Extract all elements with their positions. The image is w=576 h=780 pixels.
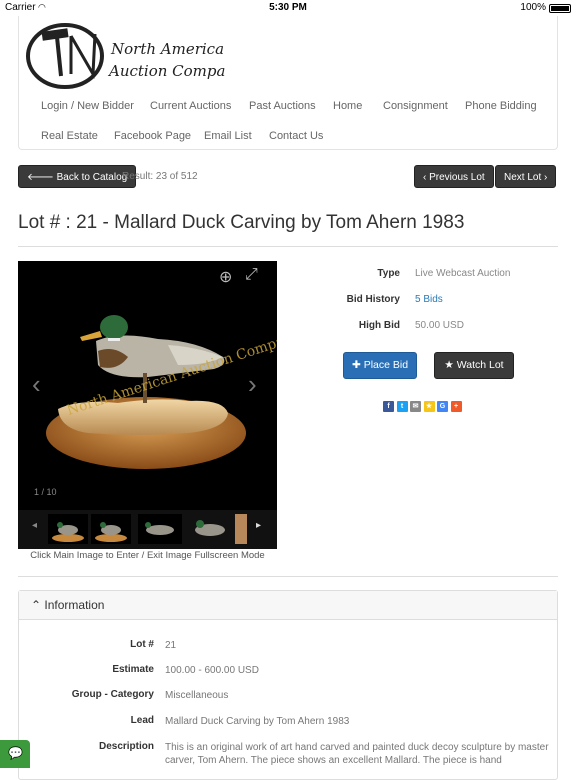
google-share-icon[interactable]: G [437,401,448,412]
thumbnail-4[interactable] [186,514,234,544]
group-category-value: Miscellaneous [165,690,229,701]
gallery-caption: Click Main Image to Enter / Exit Image F… [30,550,265,561]
lot-number-value: 21 [165,640,177,651]
thumbs-prev-icon[interactable]: ◂ [32,520,37,531]
gallery-prev-icon[interactable]: ‹ [32,369,41,400]
high-bid-label: High Bid [358,320,400,331]
nav-email-list[interactable]: Email List [204,130,252,142]
description-value: This is an original work of art hand car… [165,742,549,766]
watch-lot-label: Watch Lot [456,359,504,371]
next-lot-label: Next Lot [504,172,542,183]
nav-real-estate[interactable]: Real Estate [41,130,98,142]
type-value: Live Webcast Auction [415,268,511,279]
plus-icon: ✚ [351,359,361,371]
facebook-share-icon[interactable]: f [383,401,394,412]
title-divider [18,246,558,247]
star-icon: ★ [444,359,454,371]
lead-label: Lead [130,715,154,726]
high-bid-value: 50.00 USD [415,320,464,331]
thumbnail-2[interactable] [91,514,131,544]
thumbnail-5[interactable] [235,514,247,544]
battery-percent: 100% [520,2,546,13]
nav-current-auctions[interactable]: Current Auctions [150,100,231,112]
chevron-right-icon: › [544,172,548,183]
type-label: Type [377,268,400,279]
status-bar: Carrier ◠ 5:30 PM 100% [0,0,576,16]
lot-number-label: Lot # [130,639,154,650]
information-toggle[interactable]: ⌃ Information [19,591,557,620]
next-lot-button[interactable]: Next Lot › [495,165,557,188]
bid-history-label: Bid History [346,294,400,305]
fullscreen-icon[interactable]: ⤢ [245,266,258,284]
bid-history-link[interactable]: 5 Bids [415,294,443,305]
logo-line1: North American [110,40,225,58]
thumbnail-strip: ◂ ▸ [18,510,277,549]
nav-login[interactable]: Login / New Bidder [41,100,134,112]
email-share-icon[interactable]: ✉ [410,401,421,412]
chevron-up-icon: ⌃ [31,598,42,612]
back-to-catalog-button[interactable]: 🡐 Back to Catalog [18,165,137,188]
site-logo[interactable]: North American Auction Company [25,20,244,92]
section-divider [18,576,558,577]
clock: 5:30 PM [269,2,307,13]
image-gallery[interactable]: North American Auction Company ⊕ ⤢ ‹ › 1… [18,261,277,549]
more-share-icon[interactable]: + [450,401,462,412]
main-lot-image[interactable]: North American Auction Company [18,261,277,549]
thumbnail-3[interactable] [138,514,182,544]
nav-consignment[interactable]: Consignment [383,100,448,112]
image-counter: 1 / 10 [34,487,57,497]
gallery-next-icon[interactable]: › [248,369,257,400]
thumbs-next-icon[interactable]: ▸ [256,520,261,531]
arrow-left-icon: 🡐 [27,172,54,183]
place-bid-label: Place Bid [363,359,409,371]
favorite-share-icon[interactable]: ★ [423,401,435,412]
back-to-catalog-label: Back to Catalog [56,172,128,183]
result-counter: Result: 23 of 512 [122,171,198,182]
previous-lot-button[interactable]: ‹ Previous Lot [414,165,494,188]
gavel-logo-icon: North American Auction Company [26,23,244,89]
zoom-in-icon[interactable]: ⊕ [219,267,232,287]
chevron-left-icon: ‹ [423,172,427,183]
description-label: Description [98,741,154,752]
nav-facebook-page[interactable]: Facebook Page [114,130,191,142]
lot-title: Lot # : 21 - Mallard Duck Carving by Tom… [18,212,465,233]
chat-button[interactable]: 💬 [0,740,30,768]
chat-icon: 💬 [8,746,23,760]
information-panel: ⌃ Information Lot # 21 Estimate 100.00 -… [18,590,558,780]
watch-lot-button[interactable]: ★ Watch Lot [434,352,514,379]
estimate-label: Estimate [112,664,154,675]
battery-icon [549,4,571,13]
lead-value: Mallard Duck Carving by Tom Ahern 1983 [165,716,350,727]
twitter-share-icon[interactable]: t [396,401,408,412]
previous-lot-label: Previous Lot [429,172,485,183]
nav-past-auctions[interactable]: Past Auctions [249,100,316,112]
logo-line2: Auction Company [107,62,225,80]
estimate-value: 100.00 - 600.00 USD [165,665,259,676]
nav-home[interactable]: Home [333,100,362,112]
group-category-label: Group - Category [71,689,154,700]
place-bid-button[interactable]: ✚ Place Bid [343,352,417,379]
site-header: North American Auction Company Login / N… [18,16,558,150]
nav-contact-us[interactable]: Contact Us [269,130,323,142]
nav-phone-bidding[interactable]: Phone Bidding [465,100,537,112]
information-heading: Information [44,598,105,612]
thumbnail-1[interactable] [48,514,88,544]
